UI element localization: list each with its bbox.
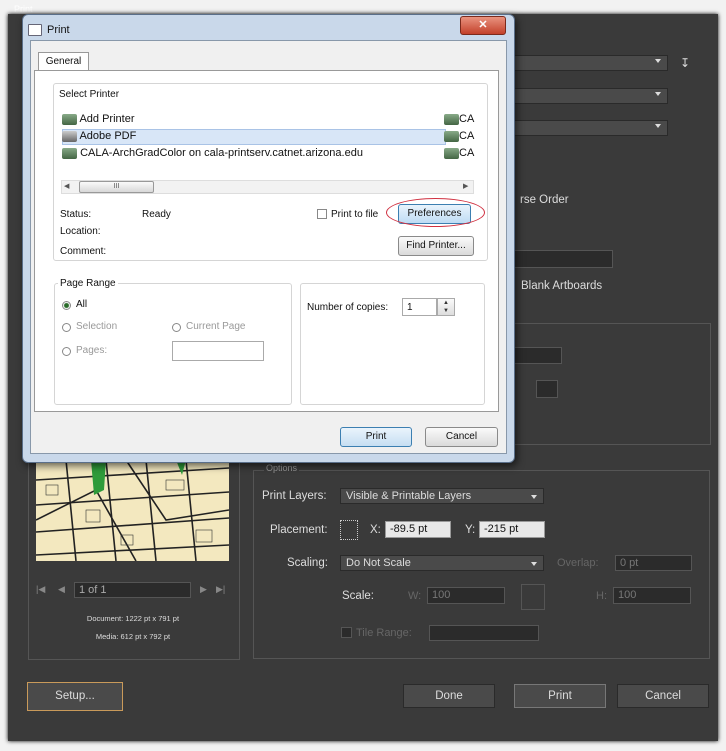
w-label: W: bbox=[408, 590, 422, 602]
annotation-circle bbox=[386, 198, 485, 227]
printer-icon bbox=[444, 113, 459, 125]
ppd-dropdown[interactable] bbox=[513, 88, 668, 104]
x-label: X: bbox=[370, 524, 381, 536]
copies-label: Number of copies: bbox=[307, 302, 389, 313]
list-item[interactable]: CALA-ArchGradColor on cala-printserv.cat… bbox=[62, 147, 363, 159]
y-label: Y: bbox=[465, 524, 476, 536]
printer-icon bbox=[62, 130, 77, 142]
list-item[interactable]: Add Printer bbox=[62, 113, 134, 125]
h-field[interactable]: 100 bbox=[613, 587, 691, 604]
copies-spinner[interactable]: ▲ ▼ bbox=[437, 298, 455, 316]
list-item[interactable]: Adobe PDF bbox=[62, 130, 136, 142]
last-page-icon[interactable]: ▶| bbox=[216, 584, 225, 595]
copies-field-bg[interactable] bbox=[513, 250, 613, 268]
overlap-field[interactable]: 0 pt bbox=[615, 555, 692, 571]
printer-icon bbox=[444, 130, 459, 142]
selection-label: Selection bbox=[76, 321, 118, 332]
network-printer-icon bbox=[62, 147, 77, 159]
scroll-right-icon[interactable]: ▶ bbox=[463, 182, 468, 190]
overlap-label: Overlap: bbox=[557, 557, 599, 569]
scale-label: Scale: bbox=[342, 590, 374, 602]
printer-name-truncated: CA bbox=[459, 147, 475, 159]
list-item[interactable]: CA bbox=[444, 113, 474, 125]
artboard-preview bbox=[36, 460, 229, 561]
print-layers-label: Print Layers: bbox=[262, 490, 327, 502]
list-item[interactable]: CA bbox=[444, 130, 474, 142]
all-label: All bbox=[76, 299, 88, 310]
printer-name-truncated: CA bbox=[459, 130, 475, 142]
add-printer-icon bbox=[62, 113, 77, 125]
link-proportions-icon[interactable] bbox=[521, 584, 545, 610]
current-page-radio[interactable] bbox=[172, 323, 181, 332]
find-printer-button[interactable]: Find Printer... bbox=[398, 236, 474, 256]
status-label: Status: bbox=[60, 209, 92, 220]
scroll-left-icon[interactable]: ◀ bbox=[64, 182, 69, 190]
page-nav-field[interactable]: 1 of 1 bbox=[74, 582, 191, 598]
cancel-button-bg[interactable]: Cancel bbox=[617, 684, 709, 708]
media-width-field[interactable] bbox=[513, 347, 562, 364]
printer-dropdown[interactable] bbox=[513, 55, 668, 71]
next-page-icon[interactable]: ▶ bbox=[200, 584, 207, 595]
y-field[interactable]: -215 pt bbox=[479, 521, 545, 538]
pages-label: Pages: bbox=[76, 345, 108, 356]
print-to-file-checkbox[interactable] bbox=[317, 209, 327, 219]
options-heading: Options bbox=[264, 463, 300, 473]
x-field[interactable]: -89.5 pt bbox=[385, 521, 451, 538]
print-button[interactable]: Print bbox=[340, 427, 412, 447]
h-label: H: bbox=[596, 590, 607, 602]
prev-page-icon[interactable]: ◀ bbox=[58, 584, 65, 595]
scroll-thumb[interactable]: III bbox=[79, 181, 154, 193]
print-to-file-label: Print to file bbox=[331, 209, 379, 220]
print-layers-dropdown[interactable]: Visible & Printable Layers bbox=[340, 488, 544, 504]
printer-title-icon bbox=[28, 24, 42, 36]
blank-artboards-label: Blank Artboards bbox=[521, 280, 603, 292]
status-value: Ready bbox=[142, 209, 171, 220]
printer-name: Adobe PDF bbox=[79, 130, 137, 142]
copies-input[interactable]: 1 bbox=[402, 298, 437, 316]
location-label: Location: bbox=[60, 226, 101, 237]
page-range-label: Page Range bbox=[58, 278, 118, 289]
pages-input[interactable] bbox=[172, 341, 264, 361]
setup-button[interactable]: Setup... bbox=[27, 682, 123, 711]
scaling-label: Scaling: bbox=[287, 557, 328, 569]
download-icon[interactable]: ↧ bbox=[678, 56, 692, 70]
all-radio[interactable] bbox=[62, 301, 71, 310]
tab-general[interactable]: General bbox=[38, 52, 89, 71]
comment-label: Comment: bbox=[60, 246, 107, 257]
tile-range-checkbox[interactable] bbox=[341, 627, 352, 638]
printer-name-truncated: CA bbox=[459, 113, 475, 125]
orientation-field[interactable] bbox=[536, 380, 558, 398]
document-size-text: Document: 1222 pt x 791 pt bbox=[86, 614, 180, 623]
current-page-label: Current Page bbox=[186, 321, 246, 332]
done-button[interactable]: Done bbox=[403, 684, 495, 708]
print-dialog-title: Print bbox=[47, 24, 70, 36]
select-printer-label: Select Printer bbox=[57, 89, 122, 100]
printer-name: Add Printer bbox=[79, 113, 135, 125]
printer-name: CALA-ArchGradColor on cala-printserv.cat… bbox=[80, 147, 363, 159]
cancel-button[interactable]: Cancel bbox=[425, 427, 498, 447]
placement-grid-icon[interactable] bbox=[340, 520, 358, 540]
list-item[interactable]: CA bbox=[444, 147, 474, 159]
tile-range-label: Tile Range: bbox=[356, 627, 412, 639]
bg-window-title: Print bbox=[14, 4, 33, 14]
printer-icon bbox=[444, 147, 459, 159]
pages-radio[interactable] bbox=[62, 347, 71, 356]
media-size-text: Media: 612 pt x 792 pt bbox=[95, 632, 171, 641]
print-button-bg[interactable]: Print bbox=[514, 684, 606, 708]
scaling-dropdown[interactable]: Do Not Scale bbox=[340, 555, 544, 571]
first-page-icon[interactable]: |◀ bbox=[36, 584, 46, 595]
reverse-order-label: rse Order bbox=[520, 194, 569, 206]
general-dropdown[interactable] bbox=[513, 120, 668, 136]
tile-range-field[interactable] bbox=[429, 625, 539, 641]
placement-label: Placement: bbox=[270, 524, 328, 536]
selection-radio[interactable] bbox=[62, 323, 71, 332]
close-icon[interactable]: ✕ bbox=[460, 16, 506, 35]
w-field[interactable]: 100 bbox=[427, 587, 505, 604]
